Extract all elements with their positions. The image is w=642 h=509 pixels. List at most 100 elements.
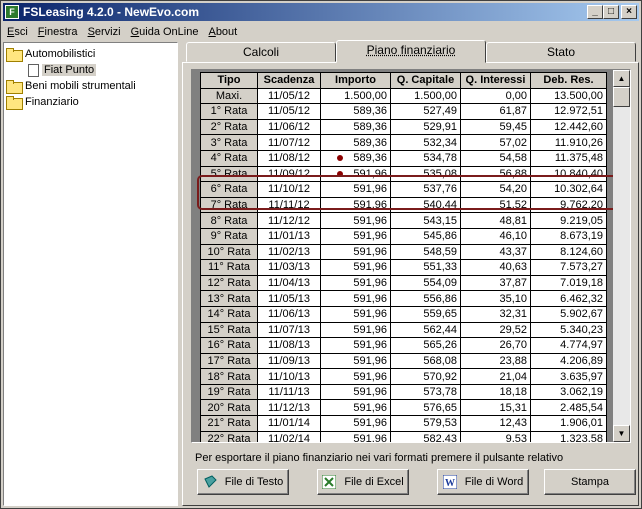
- folder-icon: [6, 80, 23, 94]
- table-row[interactable]: 9° Rata 11/01/13 591,96 545,86 46,10 8.673,19: [200, 227, 607, 245]
- amount-cell: 5.902,67: [530, 305, 607, 323]
- table-row[interactable]: 2° Rata 11/06/12 589,36 529,91 59,45 12.442,6…: [200, 118, 607, 136]
- scroll-down-button[interactable]: ▼: [613, 425, 630, 442]
- folder-icon: [6, 96, 23, 110]
- tab-panel-piano-finanziario: Tipo Scadenza Importo Q. Capitale Q. Interes…: [182, 62, 639, 506]
- close-button[interactable]: ×: [621, 5, 637, 19]
- tree-item-automobilistici[interactable]: Automobilistici: [6, 46, 95, 62]
- table-row[interactable]: 13° Rata 11/05/13 591,96 556,86 35,10 6.462,3…: [200, 290, 607, 307]
- amount-cell: 591,96: [320, 165, 391, 183]
- table-row[interactable]: 12° Rata 11/04/13 591,96 554,09 37,87 7.019,1…: [200, 274, 607, 292]
- table-row[interactable]: 4° Rata 11/08/12 589,36 534,78 54,58 11.375,4…: [200, 149, 607, 167]
- print-button[interactable]: Stampa: [544, 469, 636, 495]
- table-row[interactable]: 20° Rata 11/12/13 591,96 576,65 15,31 2.485,5…: [200, 399, 607, 417]
- amount-cell: 591,96: [320, 399, 391, 417]
- marker-dot-icon: [337, 170, 344, 177]
- svg-text:W: W: [445, 478, 455, 489]
- table-row[interactable]: 18° Rata 11/10/13 591,96 570,92 21,04 3.635,9…: [200, 368, 607, 385]
- amount-cell: 10.840,40: [530, 165, 607, 183]
- menu-esci[interactable]: Esci: [3, 26, 34, 38]
- column-header[interactable]: Importo: [320, 72, 391, 89]
- table-row[interactable]: 7° Rata 11/11/12 591,96 540,44 51,52 9.762,20: [200, 196, 607, 214]
- tab-calcoli[interactable]: Calcoli: [186, 42, 336, 62]
- amount-cell: 11.910,26: [530, 134, 607, 151]
- table-row[interactable]: 16° Rata 11/08/13 591,96 565,26 26,70 4.774,9…: [200, 337, 607, 354]
- payment-schedule-table: Tipo Scadenza Importo Q. Capitale Q. Interes…: [200, 72, 607, 442]
- tab-stato[interactable]: Stato: [486, 42, 636, 62]
- export-text-file-button[interactable]: File di Testo: [197, 469, 289, 495]
- amount-cell: 23,88: [460, 352, 531, 370]
- row-type-cell: 11° Rata: [200, 259, 258, 276]
- menu-bar: Esci Finestra Servizi Guida OnLine About: [3, 23, 243, 41]
- tree-item-finanziario[interactable]: Finanziario: [6, 94, 79, 110]
- tree-item-beni-mobili[interactable]: Beni mobili strumentali: [6, 78, 136, 94]
- amount-cell: 29,52: [460, 321, 531, 339]
- table-row[interactable]: 15° Rata 11/07/13 591,96 562,44 29,52 5.340,2…: [200, 321, 607, 339]
- amount-cell: 591,96: [320, 243, 391, 261]
- table-row[interactable]: 10° Rata 11/02/13 591,96 548,59 43,37 8.124,6…: [200, 243, 607, 261]
- menu-guida-online[interactable]: Guida OnLine: [127, 26, 205, 38]
- table-header-row: Tipo Scadenza Importo Q. Capitale Q. Interes…: [200, 72, 607, 89]
- tab-label: Stato: [546, 45, 576, 59]
- amount-cell: 1.500,00: [390, 87, 461, 105]
- vertical-scrollbar[interactable]: ▲ ▼: [613, 70, 630, 442]
- row-type-cell: 7° Rata: [200, 196, 258, 214]
- scroll-up-button[interactable]: ▲: [613, 70, 630, 87]
- table-row[interactable]: Maxi. 11/05/12 1.500,00 1.500,00 0,00 13.500,…: [200, 87, 607, 105]
- table-row[interactable]: 22° Rata 11/02/14 591,96 582,43 9,53 1.323,58: [200, 430, 607, 442]
- due-date-cell: 11/05/12: [257, 87, 321, 105]
- menu-finestra[interactable]: Finestra: [34, 26, 84, 38]
- amount-cell: 32,31: [460, 305, 531, 323]
- column-header[interactable]: Scadenza: [257, 72, 321, 89]
- amount-cell: 591,96: [320, 352, 391, 370]
- amount-cell: 8.673,19: [530, 227, 607, 245]
- title-bar[interactable]: F FSLeasing 4.2.0 - NewEvo.com _ □ ×: [3, 3, 639, 21]
- menu-servizi[interactable]: Servizi: [84, 26, 127, 38]
- amount-cell: 35,10: [460, 290, 531, 307]
- amount-cell: 5.340,23: [530, 321, 607, 339]
- table-row[interactable]: 3° Rata 11/07/12 589,36 532,34 57,02 11.910,2…: [200, 134, 607, 151]
- maximize-button[interactable]: □: [603, 5, 619, 19]
- table-row[interactable]: 6° Rata 11/10/12 591,96 537,76 54,20 10.302,6…: [200, 181, 607, 198]
- amount-cell: 556,86: [390, 290, 461, 307]
- table-row[interactable]: 11° Rata 11/03/13 591,96 551,33 40,63 7.573,2…: [200, 259, 607, 276]
- scroll-thumb[interactable]: [613, 87, 630, 107]
- amount-cell: 568,08: [390, 352, 461, 370]
- export-word-button[interactable]: W File di Word: [437, 469, 529, 495]
- row-type-cell: 8° Rata: [200, 212, 258, 229]
- amount-cell: 56,88: [460, 165, 531, 183]
- export-excel-button[interactable]: File di Excel: [317, 469, 409, 495]
- table-row[interactable]: 1° Rata 11/05/12 589,36 527,49 61,87 12.972,5…: [200, 103, 607, 120]
- minimize-button[interactable]: _: [587, 5, 603, 19]
- tab-piano-finanziario[interactable]: Piano finanziario: [336, 40, 486, 63]
- row-type-cell: 19° Rata: [200, 383, 258, 401]
- row-type-cell: 17° Rata: [200, 352, 258, 370]
- window-title: FSLeasing 4.2.0 - NewEvo.com: [23, 5, 200, 19]
- amount-cell: 7.019,18: [530, 274, 607, 292]
- due-date-cell: 11/06/13: [257, 305, 321, 323]
- menu-about[interactable]: About: [204, 26, 243, 38]
- table-row[interactable]: 8° Rata 11/12/12 591,96 543,15 48,81 9.219,05: [200, 212, 607, 229]
- column-header[interactable]: Q. Capitale: [390, 72, 461, 89]
- column-header[interactable]: Deb. Res.: [530, 72, 607, 89]
- table-row[interactable]: 19° Rata 11/11/13 591,96 573,78 18,18 3.062,1…: [200, 383, 607, 401]
- row-type-cell: 4° Rata: [200, 149, 258, 167]
- button-label: File di Word: [464, 476, 524, 488]
- amount-cell: 576,65: [390, 399, 461, 417]
- table-row[interactable]: 14° Rata 11/06/13 591,96 559,65 32,31 5.902,6…: [200, 305, 607, 323]
- table-row[interactable]: 5° Rata 11/09/12 591,96 535,08 56,88 10.840,4…: [200, 165, 607, 183]
- table-row[interactable]: 17° Rata 11/09/13 591,96 568,08 23,88 4.206,8…: [200, 352, 607, 370]
- column-header[interactable]: Q. Interessi: [460, 72, 531, 89]
- amount-cell: 589,36: [320, 103, 391, 120]
- tree-item-fiat-punto[interactable]: Fiat Punto: [28, 62, 97, 78]
- due-date-cell: 11/02/13: [257, 243, 321, 261]
- amount-cell: 57,02: [460, 134, 531, 151]
- amount-cell: 527,49: [390, 103, 461, 120]
- amount-cell: 10.302,64: [530, 181, 607, 198]
- amount-cell: 591,96: [320, 259, 391, 276]
- row-type-cell: 3° Rata: [200, 134, 258, 151]
- tree-item-label: Automobilistici: [25, 48, 96, 60]
- marker-dot-icon: [337, 155, 344, 162]
- column-header[interactable]: Tipo: [200, 72, 258, 89]
- table-row[interactable]: 21° Rata 11/01/14 591,96 579,53 12,43 1.906,0…: [200, 415, 607, 432]
